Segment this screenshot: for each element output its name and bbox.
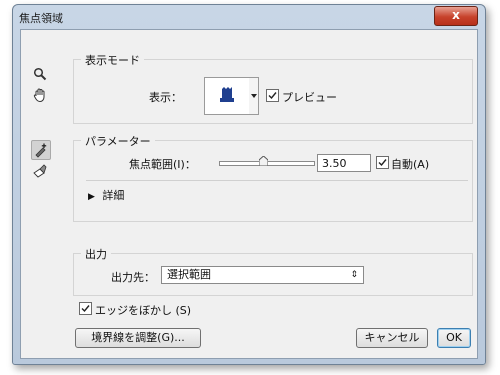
dialog-body: 表示モード 表示： プレビュー パラメーター 焦点範囲(I)： 3.50 自動(… (20, 29, 478, 359)
refine-edge-button[interactable]: 境界線を調整(G)... (75, 328, 201, 348)
add-to-focus-brush-icon[interactable] (31, 140, 51, 160)
advanced-label: 詳細 (102, 189, 125, 202)
parameters-divider (86, 180, 468, 181)
triangle-right-icon: ▶ (88, 192, 95, 202)
focus-range-slider-thumb[interactable] (258, 155, 269, 167)
focus-range-label: 焦点範囲(I)： (129, 158, 196, 171)
hand-tool-icon[interactable] (30, 85, 50, 105)
preview-checkbox[interactable] (266, 89, 279, 102)
close-button[interactable]: x (434, 6, 478, 26)
view-mode-thumbnail-icon (220, 87, 234, 102)
view-label: 表示： (149, 91, 182, 104)
view-mode-dropdown-arrow[interactable] (249, 77, 259, 115)
view-mode-dropdown[interactable] (204, 77, 250, 115)
check-icon (268, 92, 277, 100)
soften-edge-checkbox[interactable] (79, 302, 92, 315)
ok-button[interactable]: OK (437, 328, 471, 348)
advanced-toggle[interactable]: ▶ 詳細 (88, 187, 124, 203)
dialog-title: 焦点領域 (19, 12, 63, 25)
chevron-down-icon (250, 94, 257, 98)
output-to-label: 出力先： (111, 271, 155, 284)
output-legend: 出力 (81, 246, 111, 262)
auto-checkbox[interactable] (376, 156, 389, 169)
subtract-from-focus-brush-icon[interactable] (30, 161, 50, 181)
view-mode-legend: 表示モード (81, 52, 144, 68)
updown-arrows-icon: ⇕ (350, 270, 358, 280)
output-to-value: 選択範囲 (167, 268, 211, 281)
auto-label: 自動(A) (391, 158, 430, 171)
check-icon (81, 305, 90, 313)
dialog-window: 焦点領域 x 表示モード 表示： プレビュー パラメーター 焦点範囲(I)： 3… (12, 4, 486, 365)
title-bar[interactable]: 焦点領域 x (13, 5, 485, 29)
check-icon (378, 159, 387, 167)
focus-range-input[interactable]: 3.50 (317, 154, 371, 172)
preview-label: プレビュー (282, 91, 337, 104)
zoom-tool-icon[interactable] (30, 64, 50, 84)
cancel-button[interactable]: キャンセル (356, 328, 428, 348)
parameters-group (73, 140, 473, 222)
soften-edge-label: エッジをぼかし (S) (95, 304, 192, 317)
parameters-legend: パラメーター (81, 133, 155, 149)
output-to-select[interactable]: 選択範囲 ⇕ (161, 266, 364, 284)
